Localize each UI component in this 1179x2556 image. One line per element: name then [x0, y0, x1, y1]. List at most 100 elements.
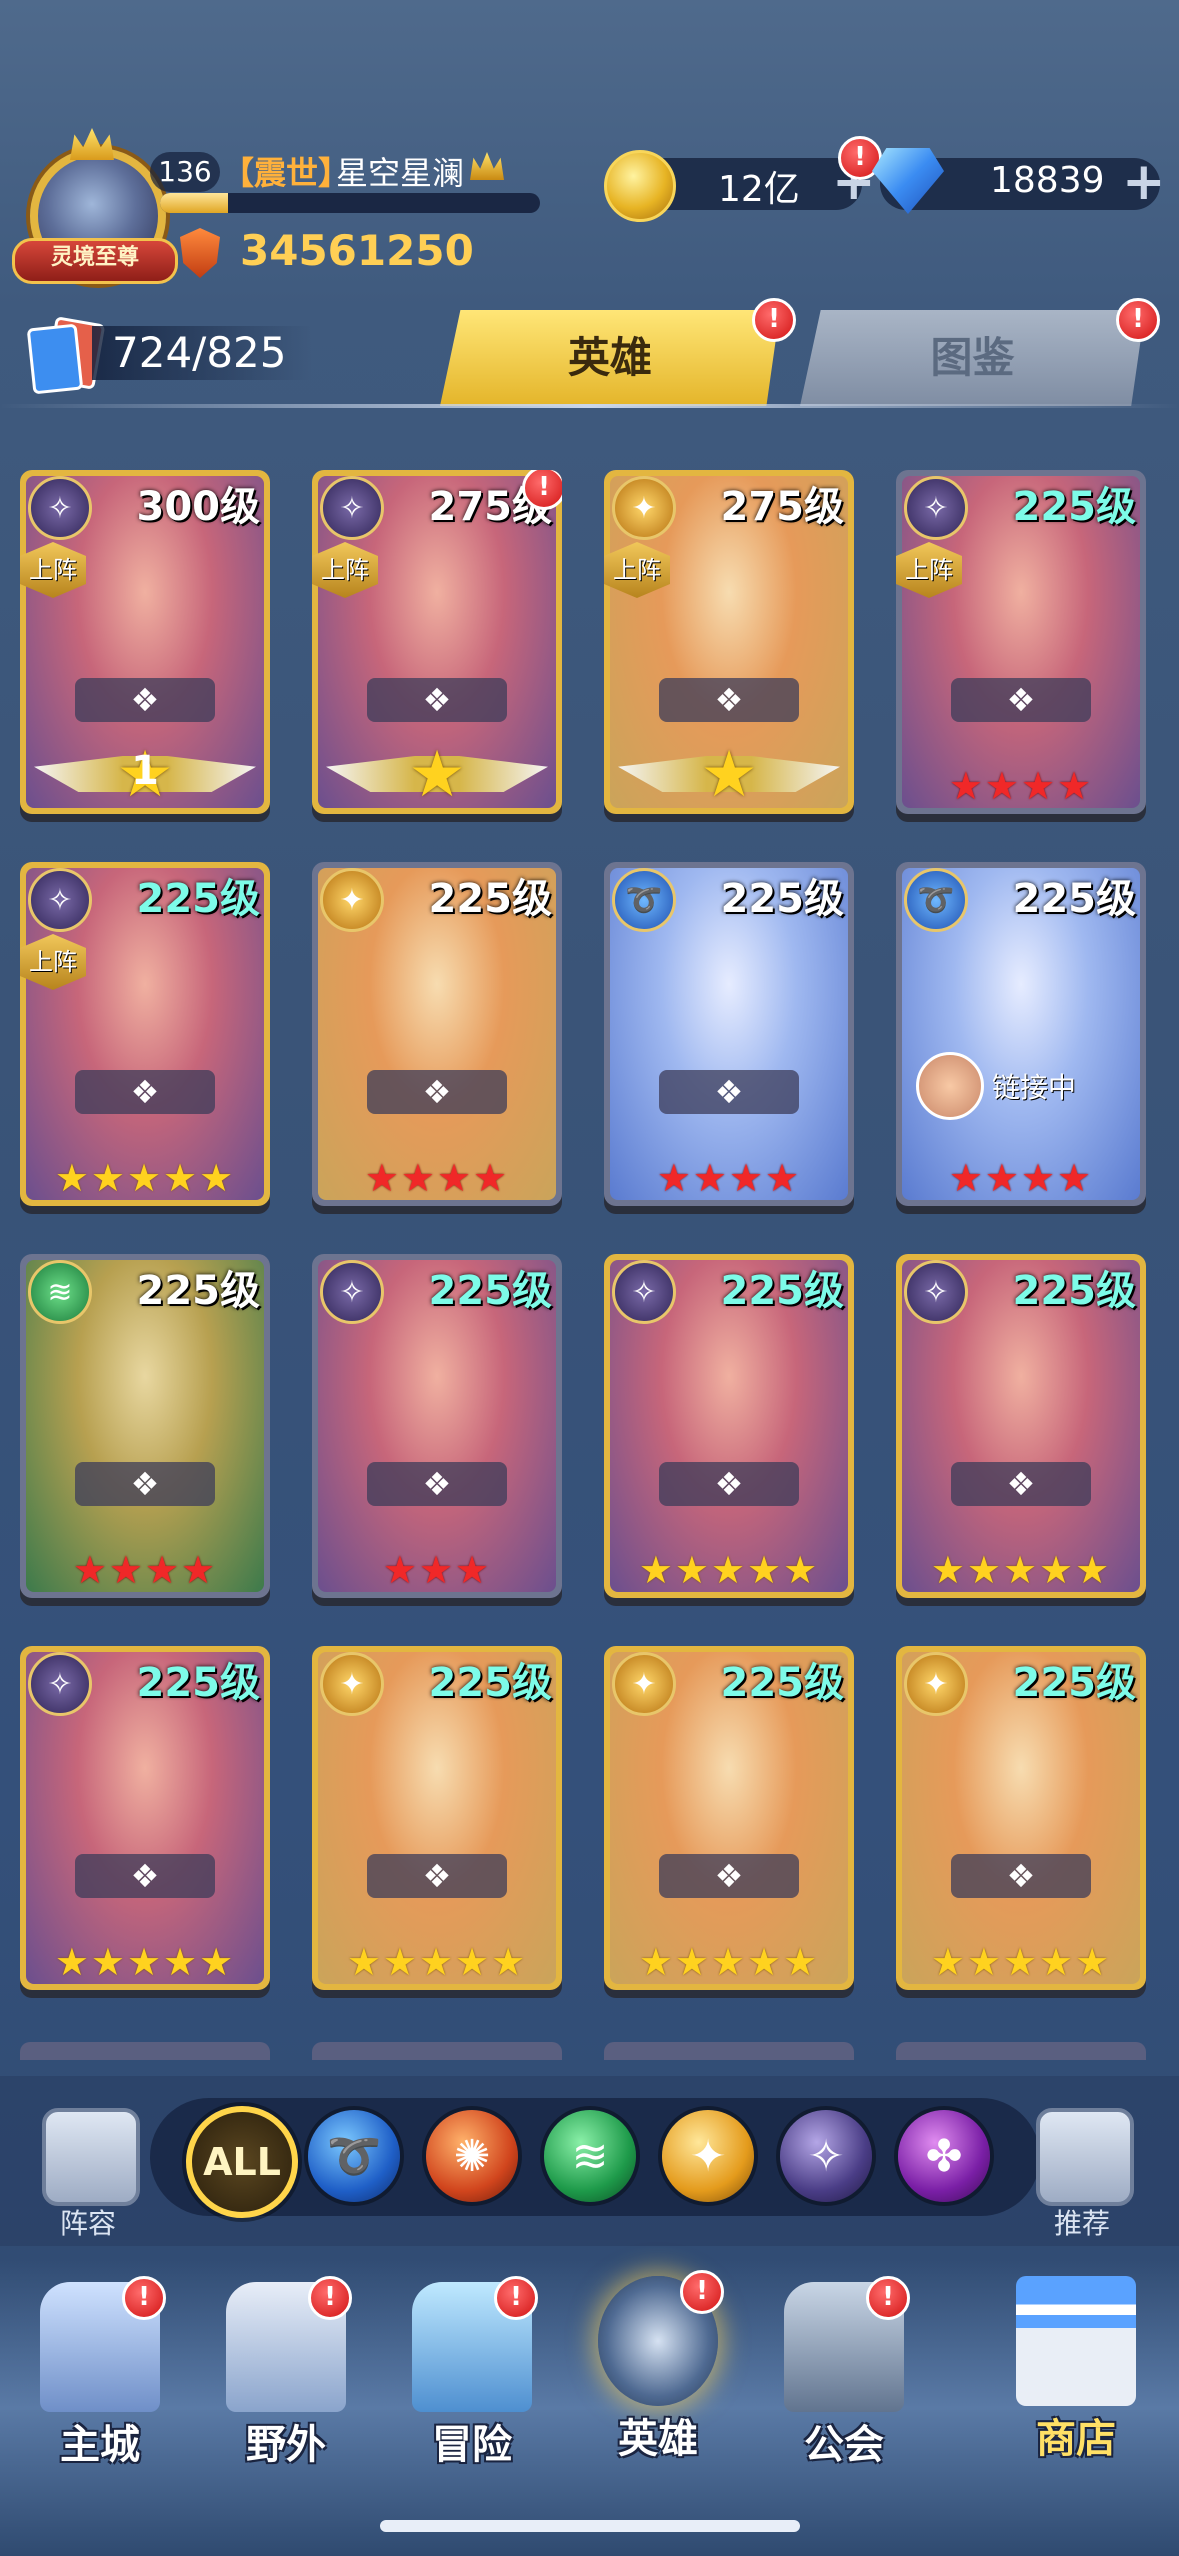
nav-field-label: 野外	[246, 2422, 326, 2468]
shadow-faction-icon: ✧	[904, 476, 968, 540]
hero-card[interactable]: ✦ 225级 ❖ ★★★★★	[896, 1646, 1146, 1990]
star-rating: ★★★	[382, 1548, 492, 1592]
player-avatar[interactable]: 灵境至尊	[12, 128, 178, 284]
filter-fire-button[interactable]: ✺	[426, 2110, 518, 2202]
shadow-icon: ✧	[807, 2130, 845, 2182]
star-rating: ★★★★	[948, 1156, 1094, 1200]
nav-shop[interactable]: 商店	[996, 2276, 1156, 2466]
nav-main-city-label: 主城	[60, 2422, 140, 2468]
hero-card[interactable]: ✦ 225级 ❖ ★★★★	[312, 862, 562, 1206]
add-diamond-button[interactable]: +	[1122, 156, 1166, 208]
hero-grid: ✧ 300级 上阵 ❖ ★ 1 ✧ 275级 上阵 ❖ ★! ✦ 275级 上阵 ❖ ★ ✧ 225级 上阵 ❖ ★★★…	[20, 470, 1170, 2060]
hero-level: 225级	[720, 1660, 845, 1706]
hero-card[interactable]: ➰ 225级 链接中 ★★★★	[896, 862, 1146, 1206]
hero-card[interactable]: ✧ 300级 上阵 ❖ ★ 1	[20, 470, 270, 814]
filter-all-button[interactable]: ALL	[186, 2106, 298, 2218]
shadow-faction-icon: ✧	[904, 1260, 968, 1324]
nav-heroes[interactable]: 英雄 !	[578, 2270, 738, 2466]
nav-guild[interactable]: 公会 !	[764, 2276, 924, 2472]
hero-card[interactable]: ✧ 275级 上阵 ❖ ★!	[312, 470, 562, 814]
shop-icon	[1016, 2276, 1136, 2406]
crown-icon	[70, 128, 114, 160]
hero-level: 225级	[428, 876, 553, 922]
star-rating: ★★★★★	[930, 1940, 1112, 1984]
light-faction-icon: ✦	[612, 476, 676, 540]
hero-level: 300级	[136, 484, 261, 530]
tab-heroes[interactable]: 英雄	[440, 310, 780, 406]
hero-card[interactable]: ✧ 225级 ❖ ★★★★★	[20, 1646, 270, 1990]
tab-codex[interactable]: 图鉴	[800, 310, 1145, 406]
hero-card[interactable]: ✧ 225级 ❖ ★★★★★	[896, 1254, 1146, 1598]
lineup-button[interactable]	[42, 2108, 140, 2206]
combat-power: 34561250	[240, 226, 474, 275]
class-crest-icon: ❖	[951, 678, 1091, 722]
hero-card[interactable]: ✧ 225级 ❖ ★★★★★	[604, 1254, 854, 1598]
water-icon: ➰	[326, 2131, 382, 2182]
hero-level: 225级	[136, 876, 261, 922]
nav-adventure-alert-icon: !	[494, 2276, 538, 2320]
class-crest-icon: ❖	[75, 1070, 215, 1114]
star-rating: ★★★★★	[930, 1548, 1112, 1592]
class-crest-icon: ❖	[659, 1070, 799, 1114]
shadow-faction-icon: ✧	[28, 476, 92, 540]
hero-card[interactable]: ✧ 225级 ❖ ★★★	[312, 1254, 562, 1598]
recommend-button[interactable]	[1036, 2108, 1134, 2206]
nav-heroes-label: 英雄	[618, 2416, 698, 2462]
hero-level: 225级	[1012, 1660, 1137, 1706]
hero-card[interactable]: ✦ 275级 上阵 ❖ ★	[604, 470, 854, 814]
hero-level: 225级	[136, 1660, 261, 1706]
nav-main-city-alert-icon: !	[122, 2276, 166, 2320]
player-name: 星空星澜	[336, 154, 465, 192]
filter-water-button[interactable]: ➰	[308, 2110, 400, 2202]
filter-chaos-button[interactable]: ✤	[898, 2110, 990, 2202]
star-rating: ★★★★★	[54, 1940, 236, 1984]
water-faction-icon: ➰	[612, 868, 676, 932]
nav-main-city[interactable]: 主城 !	[20, 2276, 180, 2472]
class-crest-icon: ❖	[659, 1462, 799, 1506]
star-rank: 1	[131, 748, 159, 794]
class-crest-icon: ❖	[659, 1854, 799, 1898]
shadow-faction-icon: ✧	[320, 476, 384, 540]
home-indicator	[380, 2520, 800, 2532]
shadow-faction-icon: ✧	[28, 1652, 92, 1716]
filter-shadow-button[interactable]: ✧	[780, 2110, 872, 2202]
fire-icon: ✺	[453, 2130, 491, 2182]
nav-guild-label: 公会	[804, 2422, 884, 2468]
hero-card[interactable]: ≋ 225级 ❖ ★★★★	[20, 1254, 270, 1598]
hero-card[interactable]: ✦ 225级 ❖ ★★★★★	[604, 1646, 854, 1990]
star-rating: ★★★★★	[54, 1156, 236, 1200]
lineup-label: 阵容	[59, 2207, 116, 2240]
link-status-label: 链接中	[992, 1071, 1077, 1104]
hero-level: 225级	[720, 1268, 845, 1314]
class-crest-icon: ❖	[951, 1854, 1091, 1898]
title-badge: 灵境至尊	[12, 238, 178, 284]
winged-star-icon: ★	[604, 738, 854, 812]
class-crest-icon: ❖	[75, 1462, 215, 1506]
filter-wind-button[interactable]: ≋	[544, 2110, 636, 2202]
nav-adventure[interactable]: 冒险 !	[392, 2276, 552, 2472]
hero-level: 225级	[720, 876, 845, 922]
nav-field[interactable]: 野外 !	[206, 2276, 366, 2472]
wind-faction-icon: ≋	[28, 1260, 92, 1324]
shadow-faction-icon: ✧	[612, 1260, 676, 1324]
class-crest-icon: ❖	[367, 678, 507, 722]
light-faction-icon: ✦	[320, 1652, 384, 1716]
nav-guild-alert-icon: !	[866, 2276, 910, 2320]
wind-icon: ≋	[571, 2130, 609, 2182]
star-rating: ★★★★★	[638, 1548, 820, 1592]
hero-card[interactable]: ➰ 225级 ❖ ★★★★	[604, 862, 854, 1206]
light-faction-icon: ✦	[612, 1652, 676, 1716]
filter-light-button[interactable]: ✦	[662, 2110, 754, 2202]
hero-card[interactable]: ✧ 225级 上阵 ❖ ★★★★	[896, 470, 1146, 814]
hero-level: 225级	[428, 1660, 553, 1706]
diamond-value: 18839	[990, 160, 1105, 201]
gold-coin-icon	[604, 150, 676, 222]
nav-heroes-alert-icon: !	[680, 2270, 724, 2314]
link-status: 链接中	[916, 1052, 1076, 1120]
hero-card[interactable]: ✦ 225级 ❖ ★★★★★	[312, 1646, 562, 1990]
hero-level: 275级	[720, 484, 845, 530]
star-rating: ★★★★	[948, 764, 1094, 808]
tab-codex-alert-icon: !	[1116, 298, 1160, 342]
hero-card[interactable]: ✧ 225级 上阵 ❖ ★★★★★	[20, 862, 270, 1206]
light-icon: ✦	[689, 2130, 727, 2182]
